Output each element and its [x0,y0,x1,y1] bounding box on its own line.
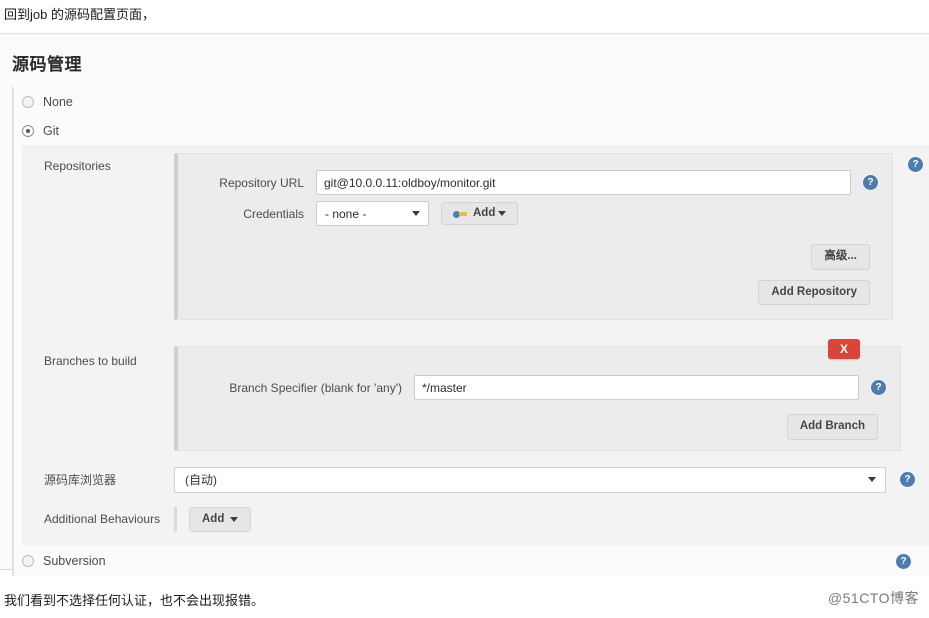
additional-behaviours-content: Add [174,506,929,532]
repository-browser-label: 源码库浏览器 [44,473,117,487]
chevron-down-icon [412,211,420,216]
repository-card: Repository URL ? Credentials - none - [174,153,893,320]
advanced-button[interactable]: 高级... [811,244,870,270]
top-caption: 回到job 的源码配置页面， [4,7,155,22]
credentials-select[interactable]: - none - [316,201,429,226]
scm-option-subversion-label: Subversion [43,554,106,568]
add-credentials-label: Add [473,206,496,219]
credentials-label: Credentials [243,206,304,221]
branch-card: X Branch Specifier (blank for 'any') ? A… [174,339,901,451]
branches-label: Branches to build [44,354,137,368]
credentials-selected-value: - none - [325,206,367,221]
branch-specifier-row: Branch Specifier (blank for 'any') ? [192,375,886,400]
scm-option-git[interactable]: Git [14,116,929,145]
branch-specifier-help-icon[interactable]: ? [871,380,886,395]
source-code-management-panel: 源码管理 None Git Repositories ? Repository … [0,33,929,576]
scm-option-git-label: Git [43,123,59,138]
credentials-row: Credentials - none - Add [192,201,878,226]
add-repository-button[interactable]: Add Repository [758,279,870,305]
branch-specifier-label: Branch Specifier (blank for 'any') [229,380,402,395]
scm-options-block: None Git Repositories ? Repository URL ? [12,87,929,546]
additional-behaviours-add-button[interactable]: Add [189,506,252,532]
additional-behaviours-add-label: Add [202,512,225,525]
repository-browser-content: (自动) ? [174,466,929,493]
repositories-content: ? Repository URL ? Credentials - none - [174,145,929,324]
additional-behaviours-row: Additional Behaviours Add [22,506,929,547]
add-repository-button-wrap: Add Repository [192,279,878,305]
radio-subversion-icon[interactable] [22,555,34,567]
branches-content: X Branch Specifier (blank for 'any') ? A… [174,338,929,455]
watermark: @51CTO博客 [827,590,919,606]
additional-behaviours-label: Additional Behaviours [44,512,161,527]
repositories-label: Repositories [44,159,111,173]
delete-branch-button[interactable]: X [828,339,860,359]
scm-option-none[interactable]: None [14,87,929,116]
repository-url-input[interactable] [316,170,851,195]
chevron-down-icon [868,477,876,482]
repository-browser-selected-value: (自动) [185,473,217,487]
bottom-caption: 我们看到不选择任何认证，也不会出现报错。 [0,580,929,618]
repository-url-label: Repository URL [219,175,304,190]
add-credentials-button[interactable]: Add [441,201,519,226]
radio-git-icon[interactable] [22,124,34,137]
scm-option-subversion[interactable]: Subversion ? [12,546,929,576]
chevron-down-icon [230,516,239,522]
add-branch-button[interactable]: Add Branch [786,414,878,440]
scm-option-none-label: None [43,94,73,109]
branches-row: Branches to build X Branch Specifier (bl… [22,338,929,455]
repository-url-help-icon[interactable]: ? [863,175,878,190]
key-icon [453,209,467,219]
radio-none-icon[interactable] [22,95,34,108]
chevron-down-icon [498,211,507,216]
repository-browser-row: 源码库浏览器 (自动) ? [22,466,929,493]
page-title: 源码管理 [12,55,82,74]
subversion-help-icon[interactable]: ? [896,553,911,569]
repositories-help-icon[interactable]: ? [908,157,923,172]
repository-url-row: Repository URL ? [192,170,878,195]
add-branch-button-wrap: Add Branch [192,414,886,440]
advanced-button-wrap: 高级... [192,244,878,270]
repositories-row: Repositories ? Repository URL ? Credenti… [22,145,929,324]
git-settings-body: Repositories ? Repository URL ? Credenti… [22,145,929,546]
branch-specifier-input[interactable] [414,375,859,400]
repository-browser-help-icon[interactable]: ? [900,472,915,487]
repository-browser-select[interactable]: (自动) [174,466,886,493]
